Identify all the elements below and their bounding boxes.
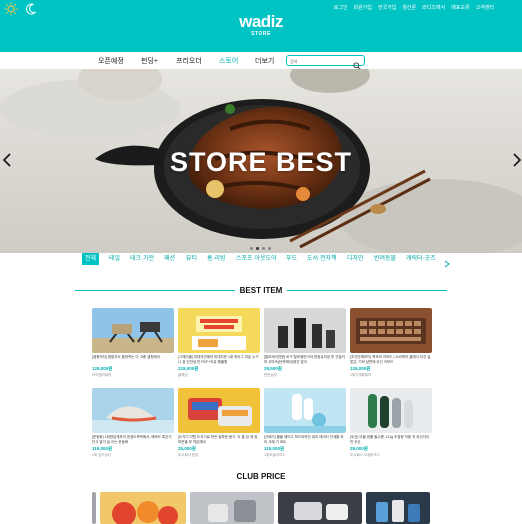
product-price: 119,000원 xyxy=(92,446,113,451)
site-header: 로그인 회원가입 전국가입 월간론 와디즈에서 매표오류 고객센터 wadiz … xyxy=(0,0,522,52)
product-maker: 아이엠어워커 xyxy=(92,373,112,377)
club-price-title: CLUB PRICE xyxy=(236,472,286,481)
club-product-card[interactable] xyxy=(92,492,96,524)
logo-sub: STORE xyxy=(251,31,271,37)
carousel-dot[interactable] xyxy=(250,247,253,250)
top-link[interactable]: 매표오류 xyxy=(451,4,469,11)
product-maker: 1위 잎드상사 xyxy=(92,453,112,457)
product-maker: 1위오글러지스 xyxy=(264,453,286,457)
search-box xyxy=(286,55,365,70)
club-product-card[interactable] xyxy=(278,492,362,524)
category-tab[interactable]: 패션 xyxy=(164,254,175,266)
product-maker: 우시회사 노엄비즈스 xyxy=(350,453,380,457)
product-image xyxy=(264,308,346,353)
category-tab[interactable]: 반려동물 xyxy=(374,254,396,266)
nav-item-funding[interactable]: 펀딩+ xyxy=(141,56,158,66)
top-link[interactable]: 회원가입 xyxy=(354,4,372,11)
product-desc: [우산] 아울 위를 필수름, 111g 초경량 작품 저 외산자이만 우산 xyxy=(350,435,430,444)
site-logo[interactable]: wadiz STORE xyxy=(0,13,522,37)
carousel-dot[interactable] xyxy=(262,247,265,250)
top-utility-links: 로그인 회원가입 전국가입 월간론 와디즈에서 매표오류 고객센터 xyxy=(334,4,494,11)
product-image xyxy=(264,388,346,433)
nav-item-upcoming[interactable]: 오픈예정 xyxy=(98,56,124,66)
category-tab[interactable]: 뷰티 xyxy=(186,254,197,266)
top-link[interactable]: 전국가입 xyxy=(378,4,396,11)
main-nav: 오픈예정 펀딩+ 프리오더 스토어 더보기 xyxy=(0,52,522,70)
category-tab[interactable]: 푸드 xyxy=(286,254,297,266)
product-price: 29,500원 xyxy=(264,366,282,371)
product-desc: [그레이몰] 미대의관예작 미대자운 1위 하이그 리몬 누구나 쉽 인연생 반… xyxy=(178,355,259,364)
top-link[interactable]: 와디즈에서 xyxy=(422,4,445,11)
club-product-card[interactable] xyxy=(366,492,430,524)
product-price: 219,000원 xyxy=(178,366,199,371)
product-image xyxy=(92,388,174,433)
product-desc: [탈모케어전문] 바구 탈모점만이야 헌정유리성 투 관절키마 주마속(탄력헤어… xyxy=(264,355,345,364)
product-maker: 클래임 xyxy=(178,373,188,377)
logo-name: wadiz xyxy=(239,12,283,31)
chevron-right-icon[interactable] xyxy=(512,153,522,167)
product-price: 119,000원 xyxy=(264,446,285,451)
category-tab[interactable]: 테일 xyxy=(109,254,120,266)
product-maker: 1위기계획위이 xyxy=(350,373,372,377)
category-tab[interactable]: 캐릭터·굿즈 xyxy=(406,254,436,266)
best-item-title: BEST ITEM xyxy=(239,286,283,295)
top-link[interactable]: 고객센터 xyxy=(476,4,494,11)
nav-item-store[interactable]: 스토어 xyxy=(219,56,238,66)
category-tab[interactable]: 테크·가전 xyxy=(130,254,154,266)
hero-banner[interactable]: STORE BEST xyxy=(0,69,522,253)
category-tab[interactable]: 디자인 xyxy=(347,254,364,266)
product-image xyxy=(92,308,174,353)
product-image xyxy=(178,308,260,353)
product-desc: [캠핑의자] 캠핑지도 용한먹는 다 고충 캠핑체어 xyxy=(92,355,160,359)
product-price: 29,000원 xyxy=(350,446,368,451)
carousel-dot[interactable] xyxy=(268,247,271,250)
product-price: 129,000원 xyxy=(350,366,371,371)
product-image xyxy=(178,388,260,433)
product-maker: 탄탄상자 xyxy=(264,373,277,377)
hero-title: STORE BEST xyxy=(169,147,353,177)
carousel-dots xyxy=(250,247,271,250)
product-price: 129,000원 xyxy=(92,366,113,371)
category-tabs: 전체 테일 테크·가전 패션 뷰티 홈·리빙 스포츠·아웃도어 푸드 도서·전자… xyxy=(80,253,452,268)
search-input[interactable] xyxy=(290,57,350,65)
product-maker: 우시회사 한공 xyxy=(178,453,199,457)
product-price: 25,000원 xyxy=(178,446,196,451)
category-tab[interactable]: 홈·리빙 xyxy=(207,254,226,266)
category-tab[interactable]: 전체 xyxy=(82,253,100,265)
product-desc: [선배기] 물물 쉐이고 보드리의안 워치 데이터 관세할 보리 사례 기 세트 xyxy=(264,435,344,444)
product-desc: [도자기그릇] 도자기로 만든 컴파운 용기, 이 클 검 계 컴파운을 부 작… xyxy=(178,435,258,444)
top-link[interactable]: 로그인 xyxy=(334,4,348,11)
product-image xyxy=(350,388,432,433)
category-tab[interactable]: 스포츠·아웃도어 xyxy=(236,254,277,266)
category-tab[interactable]: 도서·전자책 xyxy=(307,254,337,266)
club-product-card[interactable] xyxy=(100,492,186,524)
nav-item-preorder[interactable]: 프리오더 xyxy=(176,56,202,66)
product-desc: [초간단예보드] 목조의 키보드 | 소리꽉차 클레식 타건 딜 맞은, 기모 … xyxy=(350,355,431,364)
chevron-left-icon[interactable] xyxy=(2,153,12,167)
top-link[interactable]: 월간론 xyxy=(402,4,416,11)
search-icon[interactable] xyxy=(353,57,361,70)
club-product-card[interactable] xyxy=(190,492,274,524)
product-desc: [운동화] 1위한답게하어 운경도목력에서, 패락도 특산기단고 발이 슬 이는… xyxy=(92,435,172,444)
nav-item-more[interactable]: 더보기 xyxy=(255,56,274,66)
product-image xyxy=(350,308,432,353)
chevron-right-icon[interactable] xyxy=(444,255,450,268)
carousel-dot[interactable] xyxy=(256,247,259,250)
